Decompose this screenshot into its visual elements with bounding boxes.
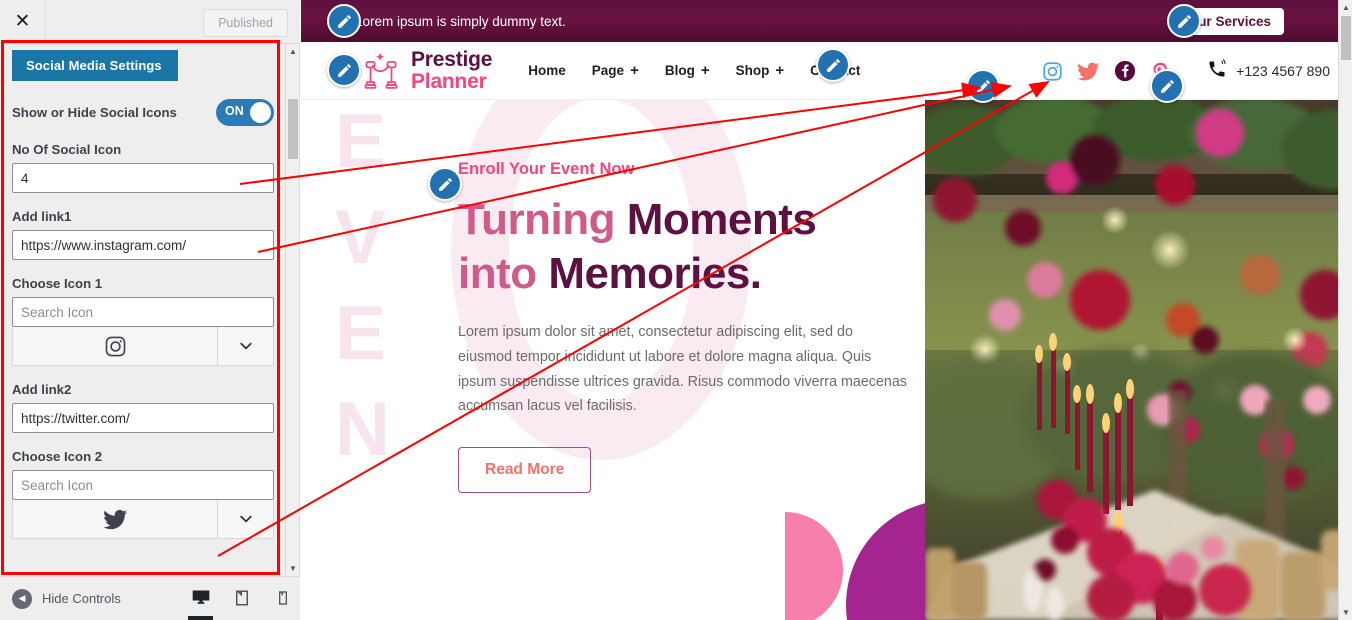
twitter-icon[interactable] bbox=[1077, 60, 1100, 83]
edit-pencil-icon[interactable] bbox=[1150, 69, 1184, 103]
scrollbar-thumb[interactable] bbox=[288, 99, 298, 159]
preview-scrollbar[interactable]: ▲ ▼ bbox=[1338, 0, 1352, 620]
wedding-photo-illustration bbox=[925, 100, 1352, 620]
device-preview-switcher bbox=[180, 576, 303, 620]
customizer-controls: Social Media Settings Show or Hide Socia… bbox=[0, 44, 286, 576]
logo-line-1: Prestige bbox=[411, 48, 493, 72]
publish-button[interactable]: Published bbox=[203, 9, 288, 37]
show-hide-social-icons-toggle[interactable]: ON bbox=[216, 99, 274, 126]
choose-icon-2-label: Choose Icon 2 bbox=[12, 449, 103, 464]
no-of-social-icon-label: No Of Social Icon bbox=[12, 142, 122, 157]
scroll-down-icon[interactable]: ▼ bbox=[1339, 605, 1352, 620]
hero-description: Lorem ipsum dolor sit amet, consectetur … bbox=[458, 324, 907, 415]
section-title-social-media-settings: Social Media Settings bbox=[12, 50, 178, 81]
hero-section: EVEN Enroll Your Event Now Turning Momen… bbox=[301, 100, 1352, 620]
chevron-down-icon[interactable] bbox=[217, 500, 273, 538]
nav-item-blog[interactable]: Blog + bbox=[665, 62, 710, 79]
toggle-knob bbox=[250, 102, 271, 123]
hero-eyebrow: Enroll Your Event Now bbox=[458, 160, 635, 178]
navbar-right: +123 4567 890 bbox=[1042, 42, 1330, 100]
logo-line-2: Planner bbox=[411, 69, 487, 93]
facebook-icon[interactable] bbox=[1114, 60, 1136, 82]
customizer-scrollbar[interactable]: ▲ ▼ bbox=[285, 44, 299, 576]
nav-item-label: Page bbox=[591, 63, 625, 78]
twitter-icon bbox=[13, 500, 217, 538]
instagram-icon[interactable] bbox=[1042, 61, 1063, 82]
add-link1-input[interactable]: https://www.instagram.com/ bbox=[12, 230, 274, 260]
choose-icon-1-label: Choose Icon 1 bbox=[12, 276, 103, 291]
nav-item-shop[interactable]: Shop + bbox=[736, 62, 785, 79]
scrollbar-thumb[interactable] bbox=[1341, 16, 1351, 60]
scroll-up-icon[interactable]: ▲ bbox=[1339, 0, 1352, 15]
chevron-left-icon: ◀ bbox=[12, 588, 32, 609]
search-icon-1-input[interactable]: Search Icon bbox=[12, 297, 274, 327]
logo-text: Prestige Planner bbox=[411, 49, 492, 92]
hide-controls-button[interactable]: ◀ Hide Controls bbox=[12, 588, 121, 609]
hero-title-rest-2: Memories. bbox=[548, 248, 762, 298]
customizer-topbar: ✕ Published bbox=[0, 0, 300, 44]
decorative-pink-semicircle bbox=[785, 512, 843, 620]
nav-item-page[interactable]: Page + bbox=[592, 62, 639, 79]
nav-item-label: Shop bbox=[735, 63, 770, 78]
hero-watermark: EVEN bbox=[335, 100, 390, 472]
scroll-up-icon[interactable]: ▲ bbox=[286, 44, 300, 59]
announcement-text: Lorem ipsum is simply dummy text. bbox=[355, 13, 566, 29]
no-of-social-icon-input[interactable]: 4 bbox=[12, 163, 274, 193]
hero-title-rest-1: Moments bbox=[626, 195, 817, 244]
nav-item-label: Blog bbox=[664, 63, 695, 78]
show-hide-social-icons-row: Show or Hide Social Icons ON bbox=[12, 99, 274, 126]
edit-pencil-icon[interactable] bbox=[966, 69, 1000, 103]
hero-title-accent-2: into bbox=[458, 248, 537, 298]
icon-2-picker[interactable] bbox=[12, 500, 274, 539]
chevron-down-icon[interactable] bbox=[217, 327, 273, 365]
desktop-icon[interactable] bbox=[180, 576, 221, 620]
edit-pencil-icon[interactable] bbox=[1167, 4, 1201, 38]
hero-photo bbox=[925, 100, 1352, 620]
instagram-icon bbox=[13, 327, 217, 365]
icon-1-picker[interactable] bbox=[12, 327, 274, 366]
tablet-icon[interactable] bbox=[221, 576, 262, 620]
edit-pencil-icon[interactable] bbox=[327, 53, 361, 87]
nav-item-home[interactable]: Home bbox=[528, 63, 566, 78]
show-hide-social-icons-label: Show or Hide Social Icons bbox=[12, 105, 177, 120]
toggle-state-label: ON bbox=[225, 104, 244, 118]
announcement-bar: Lorem ipsum is simply dummy text. Our Se… bbox=[301, 0, 1352, 42]
plus-icon[interactable]: + bbox=[701, 62, 710, 79]
read-more-button[interactable]: Read More bbox=[458, 446, 592, 493]
add-link1-label: Add link1 bbox=[12, 209, 72, 224]
edit-pencil-icon[interactable] bbox=[327, 4, 361, 38]
phone-ring-icon bbox=[1207, 58, 1227, 84]
plus-icon[interactable]: + bbox=[775, 62, 784, 79]
add-link2-input[interactable]: https://twitter.com/ bbox=[12, 403, 274, 433]
edit-pencil-icon[interactable] bbox=[428, 167, 462, 201]
velvet-rope-icon bbox=[364, 52, 398, 89]
nav-item-label: Home bbox=[528, 63, 566, 78]
phone-block[interactable]: +123 4567 890 bbox=[1207, 58, 1330, 84]
customizer-panel: ✕ Published Social Media Settings Show o… bbox=[0, 0, 300, 620]
hero-title: Turning Moments into Memories. bbox=[458, 193, 928, 300]
add-link2-label: Add link2 bbox=[12, 382, 72, 397]
customizer-footer: ◀ Hide Controls bbox=[0, 576, 300, 620]
plus-icon[interactable]: + bbox=[630, 62, 639, 79]
hero-title-accent-1: Turning bbox=[458, 195, 615, 244]
mobile-icon[interactable] bbox=[262, 576, 303, 620]
close-icon[interactable]: ✕ bbox=[0, 0, 46, 44]
phone-number: +123 4567 890 bbox=[1236, 63, 1330, 79]
hide-controls-label: Hide Controls bbox=[42, 591, 121, 606]
main-navbar: Prestige Planner Home Page + Blog + Shop bbox=[301, 42, 1352, 103]
site-preview: Lorem ipsum is simply dummy text. Our Se… bbox=[301, 0, 1352, 620]
decorative-magenta-circle bbox=[846, 500, 926, 620]
hero-content: Enroll Your Event Now Turning Moments in… bbox=[458, 160, 928, 493]
search-icon-2-input[interactable]: Search Icon bbox=[12, 470, 274, 500]
edit-pencil-icon[interactable] bbox=[816, 48, 850, 82]
scroll-down-icon[interactable]: ▼ bbox=[286, 561, 300, 576]
site-logo[interactable]: Prestige Planner bbox=[359, 49, 492, 92]
